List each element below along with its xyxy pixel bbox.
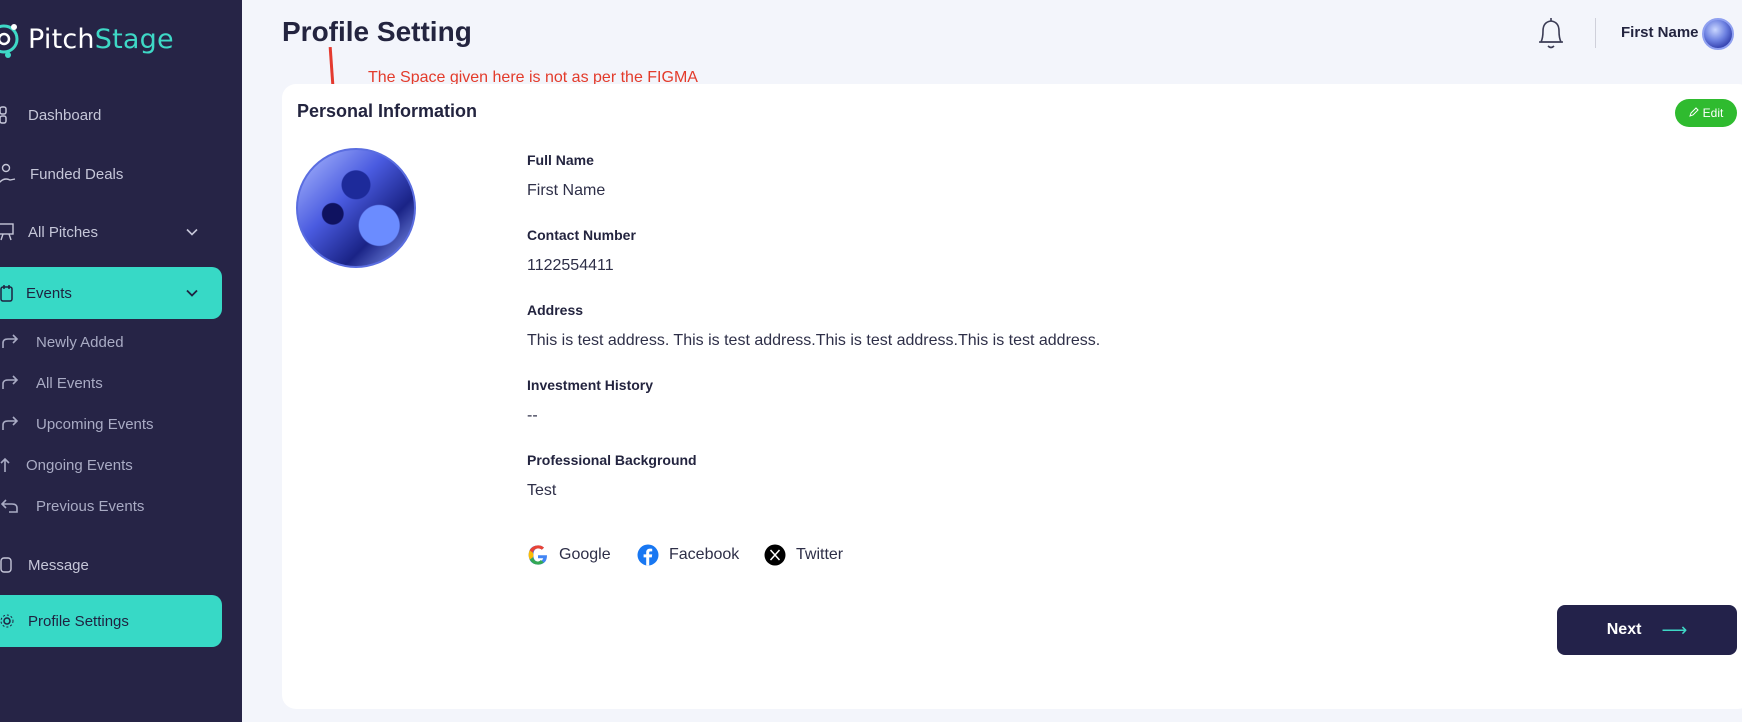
logo-text: PitchStage <box>28 23 174 55</box>
social-label: Google <box>559 546 611 563</box>
presentation-icon <box>0 221 18 243</box>
social-link-twitter[interactable]: Twitter <box>764 544 843 566</box>
topbar-divider <box>1595 18 1596 48</box>
field-value-contact-number: 1122554411 <box>527 257 614 274</box>
edit-button[interactable]: Edit <box>1675 99 1737 127</box>
user-name[interactable]: First Name <box>1621 24 1699 41</box>
sidebar-item-events[interactable]: Events <box>0 267 222 319</box>
field-label-address: Address <box>527 302 584 318</box>
field-label-full-name: Full Name <box>527 152 594 168</box>
pencil-icon <box>1688 106 1699 120</box>
sidebar-subitem-ongoing-events[interactable]: Ongoing Events <box>0 455 133 475</box>
sidebar-item-funded-deals[interactable]: Funded Deals <box>0 160 222 188</box>
field-value-investment-history: -- <box>527 407 538 424</box>
sidebar-item-label: Message <box>28 556 89 574</box>
bell-icon[interactable] <box>1535 16 1567 52</box>
personal-information-card: Personal Information Edit Full Name Firs… <box>282 84 1742 709</box>
field-value-full-name: First Name <box>527 182 606 199</box>
sidebar-item-label: Profile Settings <box>28 612 129 630</box>
field-label-professional-background: Professional Background <box>527 452 697 468</box>
redo-arrow-icon <box>0 414 20 434</box>
hand-coin-icon <box>0 163 18 185</box>
facebook-icon <box>637 544 659 566</box>
social-label: Facebook <box>669 546 740 563</box>
social-link-facebook[interactable]: Facebook <box>637 544 739 566</box>
field-label-contact-number: Contact Number <box>527 227 636 243</box>
undo-arrow-icon <box>0 496 20 516</box>
sidebar-item-label: Events <box>26 284 72 302</box>
field-label-investment-history: Investment History <box>527 377 654 393</box>
social-link-google[interactable]: Google <box>527 544 611 566</box>
sidebar-item-label: All Pitches <box>28 223 99 241</box>
sidebar-subitem-label: Upcoming Events <box>36 415 154 433</box>
sidebar: PitchStage Dashboard Funded Deals All Pi… <box>0 0 242 722</box>
redo-arrow-icon <box>0 373 20 393</box>
card-title: Personal Information <box>297 101 478 121</box>
sidebar-item-message[interactable]: Message <box>0 555 222 575</box>
google-icon <box>528 545 547 565</box>
edit-label: Edit <box>1702 106 1724 120</box>
sidebar-subitem-upcoming-events[interactable]: Upcoming Events <box>0 414 154 434</box>
sidebar-item-dashboard[interactable]: Dashboard <box>0 101 222 129</box>
sidebar-item-label: Funded Deals <box>30 165 124 183</box>
annotation-marker <box>328 46 335 86</box>
sidebar-subitem-label: Ongoing Events <box>26 456 133 474</box>
sidebar-subitem-all-events[interactable]: All Events <box>0 373 103 393</box>
sidebar-subitem-newly-added[interactable]: Newly Added <box>0 332 124 352</box>
field-value-professional-background: Test <box>527 482 557 499</box>
up-arrow-icon <box>0 455 10 475</box>
redo-arrow-icon <box>0 332 20 352</box>
sidebar-subitem-previous-events[interactable]: Previous Events <box>0 496 144 516</box>
avatar[interactable] <box>1702 18 1734 50</box>
field-value-address: This is test address. This is test addre… <box>527 332 1101 349</box>
sidebar-item-profile-settings[interactable]: Profile Settings <box>0 595 222 647</box>
logo-mark-icon <box>0 24 19 58</box>
x-twitter-icon <box>764 544 786 566</box>
page-title: Profile Setting <box>282 16 472 47</box>
sidebar-subitem-label: All Events <box>36 374 103 392</box>
sidebar-subitem-label: Previous Events <box>36 497 145 515</box>
sidebar-item-label: Dashboard <box>28 106 102 124</box>
chevron-down-icon[interactable] <box>186 285 198 302</box>
dashboard-icon <box>0 104 18 126</box>
arrow-right-icon: ⟶ <box>1661 619 1688 640</box>
chevron-down-icon[interactable] <box>186 224 198 241</box>
sidebar-item-all-pitches[interactable]: All Pitches <box>0 218 222 246</box>
calendar-icon <box>0 282 18 304</box>
sidebar-subitem-label: Newly Added <box>36 333 124 351</box>
social-label: Twitter <box>796 546 844 563</box>
profile-picture <box>296 148 416 268</box>
next-label: Next <box>1606 621 1642 638</box>
next-button[interactable]: Next ⟶ <box>1557 605 1737 655</box>
message-icon <box>0 554 18 576</box>
app-logo[interactable]: PitchStage <box>0 14 174 64</box>
gear-icon <box>0 610 18 632</box>
